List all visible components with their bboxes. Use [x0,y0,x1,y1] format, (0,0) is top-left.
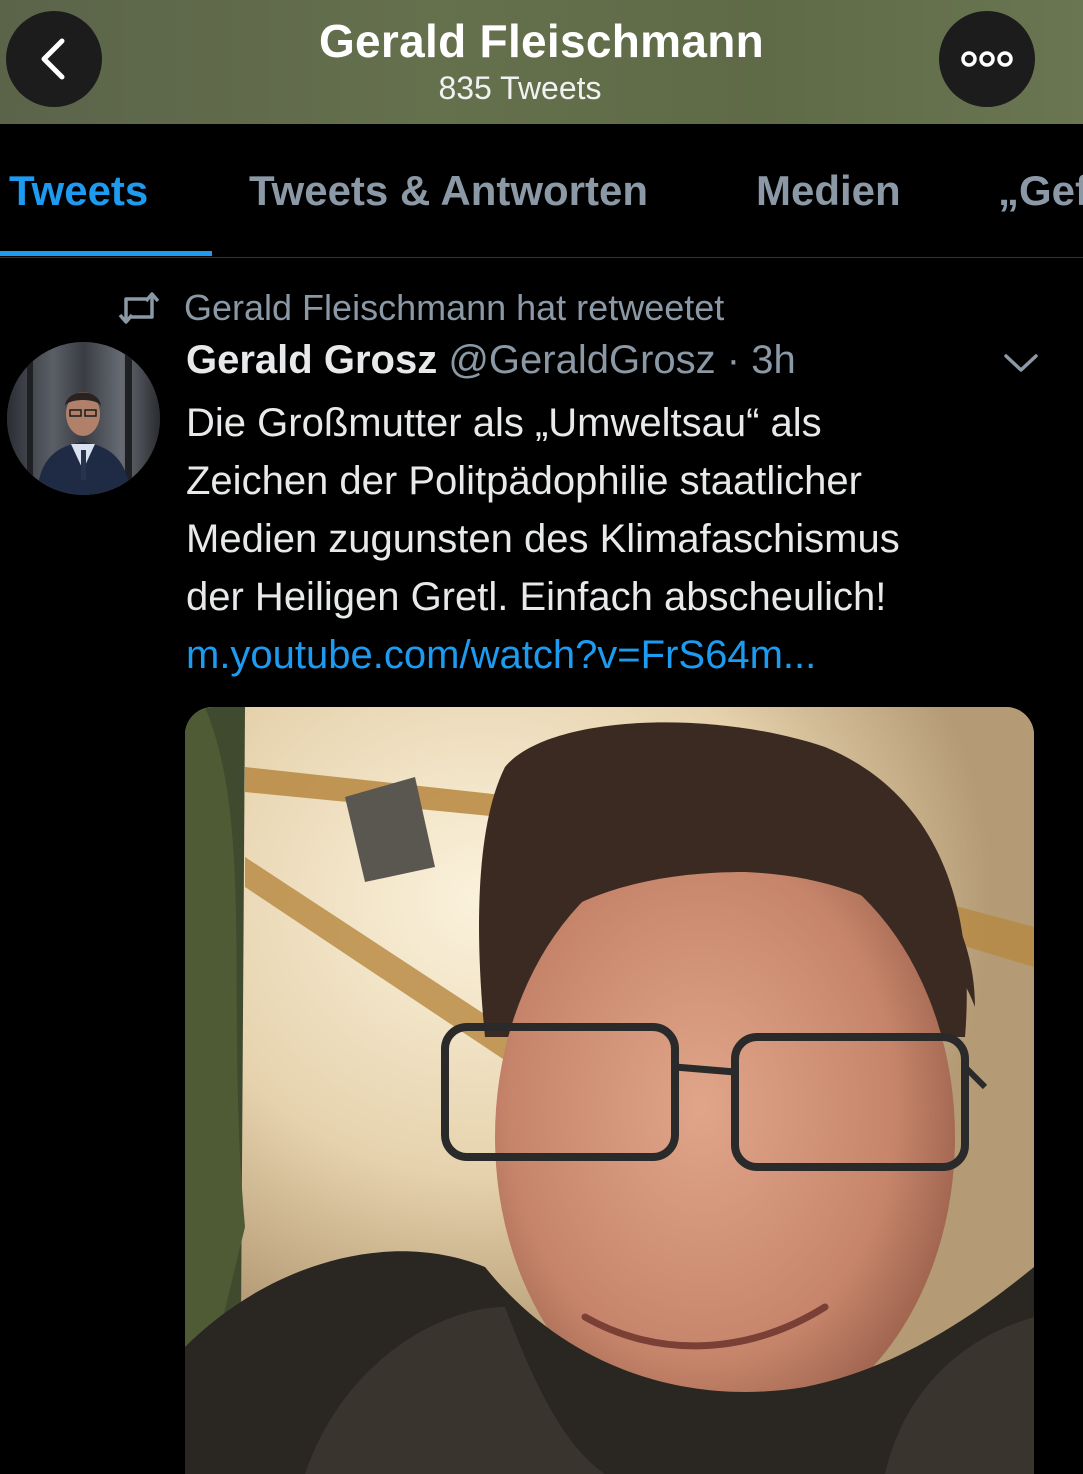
tweet-count: 835 Tweets [438,70,602,106]
active-tab-indicator [0,251,212,256]
tab-media[interactable]: Medien [756,167,901,215]
tweet-text-line: Zeichen der Politpädophilie staatlicher [186,459,862,503]
more-button[interactable] [939,11,1035,107]
tweet-text-line: Medien zugunsten des Klimafaschismus [186,517,900,561]
tweet-text-line: Die Großmutter als „Umweltsau“ als [186,401,822,445]
retweet-indicator[interactable]: Gerald Fleischmann hat retweetet [118,286,724,330]
tweet-link[interactable]: m.youtube.com/watch?v=FrS64m... [186,626,816,684]
tweet-header[interactable]: Gerald Grosz @GeraldGrosz · 3h [186,338,796,383]
chevron-down-icon [1004,354,1038,372]
profile-title: Gerald Fleischmann [318,15,765,67]
author-name[interactable]: Gerald Grosz [186,338,437,382]
avatar[interactable] [7,342,160,495]
tweet-text: Die Großmutter als „Umweltsau“ als Zeich… [186,394,1046,626]
profile-header: Gerald Fleischmann 835 Tweets [0,0,1083,124]
author-meta: @GeraldGrosz · 3h [448,338,796,382]
avatar-image [7,342,160,495]
media-photo [185,707,1034,1474]
tweet-text-line: der Heiligen Gretl. Einfach abscheulich! [186,575,887,619]
retweet-icon [118,292,160,324]
retweet-label: Gerald Fleischmann hat retweetet [184,287,725,328]
tab-likes[interactable]: „Gef [998,167,1083,215]
tab-tweets[interactable]: Tweets [9,167,148,215]
tweet-menu-button[interactable] [1002,348,1040,383]
tab-tweets-replies[interactable]: Tweets & Antworten [249,167,648,215]
tweet-media[interactable] [185,707,1034,1474]
more-horizontal-icon [961,51,1013,67]
profile-tabs: Tweets Tweets & Antworten Medien „Gef [0,124,1083,258]
